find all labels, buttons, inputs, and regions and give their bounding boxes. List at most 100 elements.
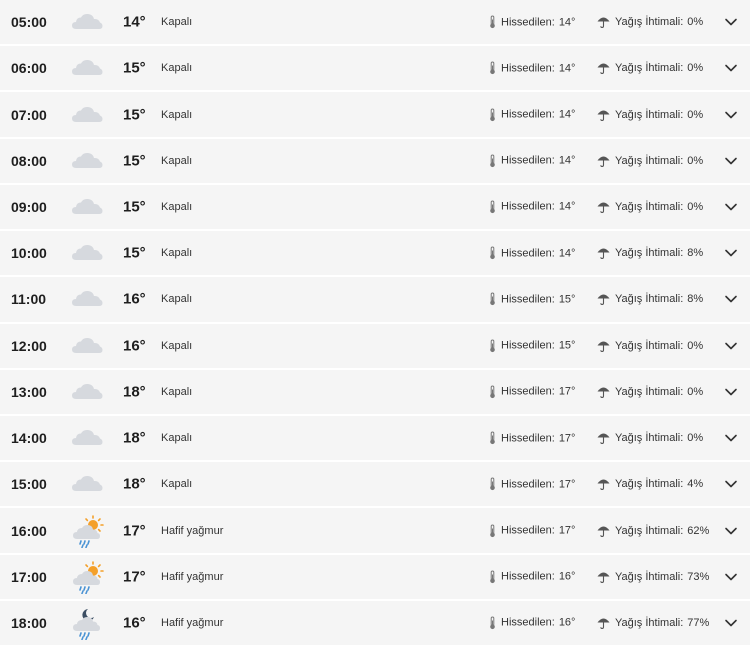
rain-chance: Yağış İhtimali: 0% xyxy=(597,201,703,213)
umbrella-icon xyxy=(597,432,615,445)
condition-description: Kapalı xyxy=(161,154,193,167)
rain-chance-label: Yağış İhtimali: xyxy=(615,16,684,29)
rain-chance-value: 8% xyxy=(687,247,704,260)
umbrella-icon xyxy=(597,155,615,167)
feels-like-value: 15° xyxy=(558,339,576,352)
chevron-down-icon[interactable] xyxy=(723,615,739,631)
feels-like: Hissedilen: 17° xyxy=(489,477,575,491)
umbrella-icon xyxy=(597,617,615,629)
feels-like-value: 14° xyxy=(558,247,576,260)
rain-chance-label: Yağış İhtimali: xyxy=(615,478,684,491)
cloud-icon xyxy=(70,5,104,39)
cloud-icon xyxy=(70,375,104,409)
temperature: 14° xyxy=(123,13,146,31)
feels-like-value: 14° xyxy=(558,108,576,121)
chevron-down-icon[interactable] xyxy=(723,476,739,492)
hourly-forecast-row[interactable]: 12:00 16° Kapalı Hissedilen: 15° Yağış İhtima… xyxy=(0,323,750,370)
condition-description: Kapalı xyxy=(161,62,193,75)
rain-chance-label: Yağış İhtimali: xyxy=(615,385,684,398)
feels-like: Hissedilen: 14° xyxy=(489,15,576,29)
chevron-down-icon[interactable] xyxy=(723,291,739,307)
hourly-forecast-row[interactable]: 14:00 18° Kapalı Hissedilen: 17° Yağış İhtima… xyxy=(0,415,750,463)
hourly-forecast-row[interactable]: 15:00 18° Kapalı Hissedilen: 17° Yağış İhtima… xyxy=(0,462,750,509)
condition-description: Hafif yağmur xyxy=(161,570,224,583)
feels-like: Hissedilen: 14° xyxy=(489,200,575,214)
hour-label: 06:00 xyxy=(11,60,47,77)
rain-chance-value: 62% xyxy=(687,524,710,537)
hourly-forecast-row[interactable]: 09:00 15° Kapalı Hissedilen: 14° Yağış İhtima… xyxy=(0,184,750,232)
temperature: 15° xyxy=(123,152,146,170)
rain-chance-value: 0% xyxy=(687,108,704,121)
temperature: 16° xyxy=(123,337,146,355)
hourly-forecast-row[interactable]: 10:00 15° Kapalı Hissedilen: 14° Yağış İhtima… xyxy=(0,231,750,278)
rain-chance-value: 0% xyxy=(687,200,704,213)
thermometer-icon xyxy=(489,339,501,352)
rain-chance: Yağış İhtimali: 0% xyxy=(597,340,703,352)
feels-like-label: Hissedilen: xyxy=(501,154,555,167)
thermometer-icon xyxy=(489,431,501,445)
feels-like-label: Hissedilen: xyxy=(501,339,555,352)
hourly-forecast-row[interactable]: 08:00 15° Kapalı Hissedilen: 14° Yağış İhtima… xyxy=(0,138,750,185)
condition-description: Kapalı xyxy=(161,293,193,306)
hour-label: 16:00 xyxy=(11,522,47,539)
hourly-forecast-row[interactable]: 17:00 17° Hafif yağmur Hissedilen: 16° Yağış … xyxy=(0,554,750,601)
chevron-down-icon[interactable] xyxy=(723,199,739,215)
chevron-down-icon[interactable] xyxy=(723,245,739,261)
condition-description: Hafif yağmur xyxy=(161,616,224,629)
feels-like-label: Hissedilen: xyxy=(501,570,555,583)
hour-label: 11:00 xyxy=(11,291,47,308)
umbrella-icon xyxy=(597,571,615,583)
chevron-down-icon[interactable] xyxy=(723,430,739,446)
cloud-icon xyxy=(70,190,104,224)
umbrella-icon xyxy=(597,16,615,29)
temperature: 15° xyxy=(123,59,146,77)
temperature: 15° xyxy=(123,198,146,216)
hour-label: 05:00 xyxy=(11,14,47,31)
hourly-forecast-row[interactable]: 18:00 16° Hafif yağmur Hissedilen: 16° Yağış … xyxy=(0,600,750,647)
chevron-down-icon[interactable] xyxy=(723,523,739,539)
temperature: 17° xyxy=(123,522,146,540)
chevron-down-icon[interactable] xyxy=(723,338,739,354)
temperature: 16° xyxy=(123,614,146,632)
hourly-forecast-row[interactable]: 13:00 18° Kapalı Hissedilen: 17° Yağış İhtima… xyxy=(0,369,750,416)
hourly-forecast-row[interactable]: 05:00 14° Kapalı Hissedilen: 14° Yağış İhtima… xyxy=(0,0,750,47)
hourly-forecast-row[interactable]: 11:00 16° Kapalı Hissedilen: 15° Yağış İhtima… xyxy=(0,277,750,324)
chevron-down-icon[interactable] xyxy=(723,14,739,30)
rain-chance-value: 0% xyxy=(687,432,704,445)
chevron-down-icon[interactable] xyxy=(723,107,739,123)
thermometer-icon xyxy=(489,292,501,306)
hour-label: 09:00 xyxy=(11,198,47,215)
chevron-down-icon[interactable] xyxy=(723,569,739,585)
rain-chance-label: Yağış İhtimali: xyxy=(615,432,684,445)
chevron-down-icon[interactable] xyxy=(723,384,739,400)
chevron-down-icon[interactable] xyxy=(723,153,739,169)
feels-like-label: Hissedilen: xyxy=(501,62,555,75)
rain-chance-label: Yağış İhtimali: xyxy=(615,293,684,306)
condition-description: Kapalı xyxy=(161,16,193,29)
umbrella-icon xyxy=(597,478,615,491)
hourly-forecast-row[interactable]: 16:00 17° Hafif yağmur Hissedilen: 17° Yağış … xyxy=(0,508,750,555)
temperature: 18° xyxy=(123,429,146,447)
temperature: 17° xyxy=(123,568,146,586)
hourly-forecast-row[interactable]: 07:00 15° Kapalı Hissedilen: 14° Yağış İhtima… xyxy=(0,92,750,139)
feels-like-value: 16° xyxy=(558,570,576,583)
feels-like: Hissedilen: 14° xyxy=(489,61,576,75)
feels-like-value: 14° xyxy=(558,16,576,29)
rain-chance-label: Yağış İhtimali: xyxy=(615,154,684,167)
chevron-down-icon[interactable] xyxy=(723,60,739,76)
condition-description: Hafif yağmur xyxy=(161,524,224,537)
hourly-forecast-row[interactable]: 06:00 15° Kapalı Hissedilen: 14° Yağış İhtima… xyxy=(0,46,750,93)
feels-like-label: Hissedilen: xyxy=(501,293,555,306)
umbrella-icon xyxy=(597,525,615,537)
condition-description: Kapalı xyxy=(161,432,193,445)
umbrella-icon xyxy=(597,62,615,75)
feels-like: Hissedilen: 14° xyxy=(489,246,576,260)
feels-like: Hissedilen: 14° xyxy=(489,154,575,167)
rain-chance-value: 0% xyxy=(687,385,704,398)
feels-like: Hissedilen: 17° xyxy=(489,385,575,398)
rain-chance: Yağış İhtimali: 73% xyxy=(597,571,709,583)
feels-like-label: Hissedilen: xyxy=(501,385,555,398)
feels-like-value: 14° xyxy=(558,62,576,75)
feels-like-value: 17° xyxy=(558,385,576,398)
condition-description: Kapalı xyxy=(161,247,193,260)
